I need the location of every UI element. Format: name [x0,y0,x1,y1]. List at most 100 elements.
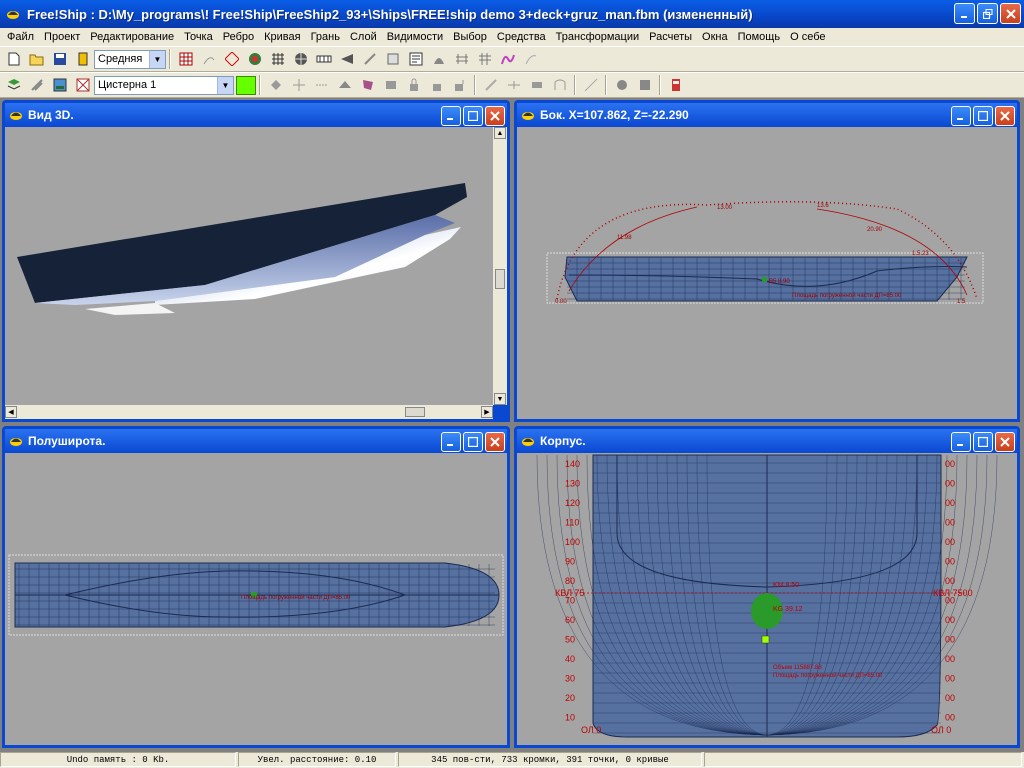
menu-transform[interactable]: Трансформации [551,31,644,43]
view-3d-window: Вид 3D. ▲ ▼ ◀ ▶ [2,100,510,422]
close-button[interactable] [1000,3,1021,24]
tick-label: 00 [945,693,955,703]
precision-select[interactable]: Средняя ▼ [94,49,166,69]
menu-file[interactable]: Файл [2,31,39,43]
maximize-button[interactable] [463,432,483,452]
check-model-icon[interactable] [610,74,633,96]
minimize-button[interactable] [951,432,971,452]
minimize-button[interactable] [951,106,971,126]
horizontal-scrollbar[interactable]: ◀ ▶ [5,405,493,419]
diagonals-icon[interactable] [381,48,404,70]
interior-edges-icon[interactable] [197,48,220,70]
unlock-all-icon[interactable] [448,74,471,96]
chevron-down-icon: ▼ [149,50,165,68]
buttocks-icon[interactable] [335,48,358,70]
view-3d-canvas[interactable] [5,127,493,405]
ball-icon[interactable] [289,48,312,70]
app-icon [10,112,22,120]
face-mirror-icon[interactable] [548,74,571,96]
flip-normals-icon[interactable] [379,74,402,96]
save-icon[interactable] [48,48,71,70]
scroll-thumb[interactable] [495,269,505,289]
minimize-button[interactable] [441,106,461,126]
layer-manager-icon[interactable] [2,74,25,96]
close-button[interactable] [485,432,505,452]
scroll-thumb[interactable] [405,407,425,417]
remove-unused-icon[interactable] [633,74,656,96]
new-file-icon[interactable] [2,48,25,70]
show-curvature-icon[interactable] [220,48,243,70]
maximize-button[interactable] [973,106,993,126]
split-edge-icon[interactable] [502,74,525,96]
tick-label: 00 [945,576,955,586]
view-side-title: Бок. X=107.862, Z=-22.290 [540,108,689,122]
waterlines-icon[interactable] [358,48,381,70]
unlock-icon[interactable] [425,74,448,96]
new-curve-icon[interactable] [479,74,502,96]
menu-calculations[interactable]: Расчеты [644,31,697,43]
stations-icon[interactable] [312,48,335,70]
minimize-button[interactable] [441,432,461,452]
tick-label: 00 [945,635,955,645]
scroll-right-icon[interactable]: ▶ [481,406,493,418]
shade-icon[interactable] [243,48,266,70]
edge-crease-icon[interactable] [525,74,548,96]
tick-label: 140 [565,459,580,469]
insert-point-icon[interactable] [310,74,333,96]
menu-edge[interactable]: Ребро [218,31,259,43]
menu-about[interactable]: О себе [785,31,830,43]
layer-visibility-icon[interactable] [25,74,48,96]
menu-face[interactable]: Грань [306,31,345,43]
add-point-icon[interactable] [264,74,287,96]
view-body-canvas[interactable]: КВЛ 75 КВЛ 7500 ОЛ 0 ОЛ 0 KM 8.50 KG 39.… [517,453,1017,745]
tick-label: 60 [565,615,575,625]
layer-select[interactable]: Цистерна 1 ▼ [94,75,234,95]
scroll-left-icon[interactable]: ◀ [5,406,17,418]
menu-point[interactable]: Точка [179,31,218,43]
collapse-point-icon[interactable] [287,74,310,96]
maximize-button[interactable] [463,106,483,126]
distance-status: Увел. расстояние: 0.10 [238,752,396,767]
view-plan-canvas[interactable]: Площадь погруженной части ДП=85.00 [5,453,507,745]
menu-curve[interactable]: Кривая [259,31,305,43]
maximize-button[interactable] [973,432,993,452]
close-button[interactable] [995,106,1015,126]
extrude-edge-icon[interactable] [333,74,356,96]
menu-project[interactable]: Проект [39,31,85,43]
markers-icon[interactable] [427,48,450,70]
export-icon[interactable] [71,48,94,70]
menu-windows[interactable]: Окна [697,31,733,43]
curvature-plot-icon[interactable] [496,48,519,70]
edit-toolbar: Цистерна 1 ▼ [0,72,1024,98]
scroll-up-icon[interactable]: ▲ [494,127,506,139]
menu-layer[interactable]: Слой [345,31,382,43]
menu-visibility[interactable]: Видимости [382,31,448,43]
menu-selection[interactable]: Выбор [448,31,492,43]
open-folder-icon[interactable] [25,48,48,70]
scroll-down-icon[interactable]: ▼ [494,393,506,405]
intersection-icon[interactable] [71,74,94,96]
grid-icon[interactable] [266,48,289,70]
hydrostatics-icon[interactable] [473,48,496,70]
menu-help[interactable]: Помощь [733,31,786,43]
minimize-button[interactable] [954,3,975,24]
close-button[interactable] [995,432,1015,452]
view-body-title: Корпус. [540,434,586,448]
flowlines-icon[interactable] [450,48,473,70]
new-face-icon[interactable] [356,74,379,96]
vertical-scrollbar[interactable]: ▲ ▼ [493,127,507,405]
design-hydrostatics-icon[interactable] [579,74,602,96]
lock-icon[interactable] [402,74,425,96]
layer-color-swatch[interactable] [236,75,256,95]
restore-button[interactable] [977,3,998,24]
menu-tools[interactable]: Средства [492,31,551,43]
layer-properties-icon[interactable] [404,48,427,70]
curve-label: 1.5 [957,299,966,305]
control-curves-icon[interactable] [519,48,542,70]
menu-edit[interactable]: Редактирование [85,31,179,43]
close-button[interactable] [485,106,505,126]
control-net-icon[interactable] [174,48,197,70]
view-side-canvas[interactable]: 13.00 13.6 11.98 0.00 1.5.23 1.5 20.90 B… [517,127,1017,419]
calculator-icon[interactable] [664,74,687,96]
layer-color-icon[interactable] [48,74,71,96]
